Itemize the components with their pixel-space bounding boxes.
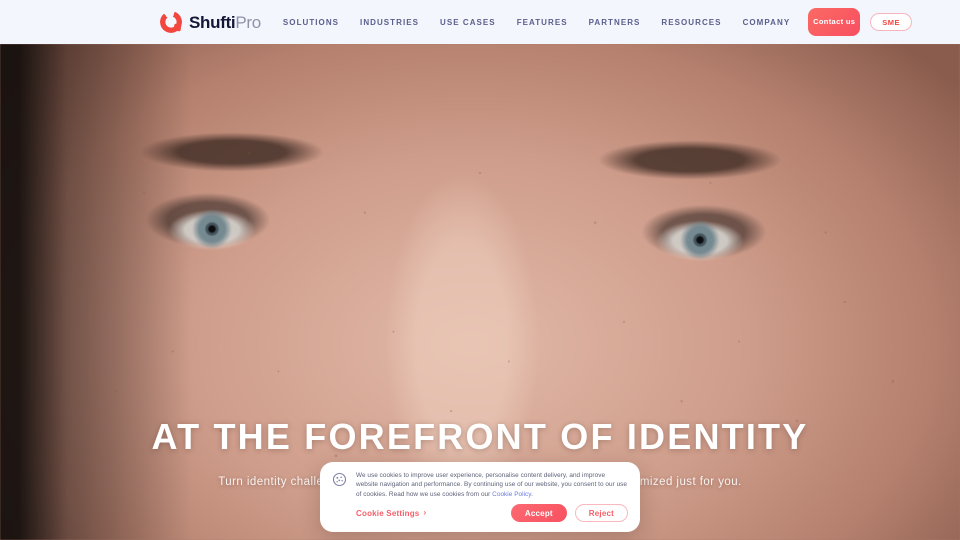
nav-item-company[interactable]: COMPANY (743, 18, 791, 27)
contact-us-button[interactable]: Contact us (808, 8, 861, 36)
cookie-text-part2: . (531, 490, 533, 498)
cookie-policy-link[interactable]: Cookie Policy (492, 491, 531, 498)
cookie-settings-label: Cookie Settings (356, 508, 420, 518)
cookie-banner-actions: Cookie Settings › Accept Reject (332, 504, 628, 522)
nav-item-features[interactable]: FEATURES (517, 18, 568, 27)
accept-cookies-button[interactable]: Accept (510, 504, 567, 522)
site-header: ShuftiPro SOLUTIONS INDUSTRIES USE CASES… (0, 0, 960, 44)
logo-name-bold: Shufti (189, 12, 236, 32)
logo[interactable]: ShuftiPro (160, 11, 261, 33)
reject-cookies-button[interactable]: Reject (574, 504, 628, 522)
cookie-buttons: Accept Reject (510, 504, 628, 522)
header-actions: Contact us SME (808, 8, 912, 36)
cookie-icon (332, 472, 347, 487)
nav-item-industries[interactable]: INDUSTRIES (360, 18, 419, 27)
main-navigation: SOLUTIONS INDUSTRIES USE CASES FEATURES … (283, 18, 790, 27)
nav-item-use-cases[interactable]: USE CASES (440, 18, 496, 27)
chevron-right-icon: › (423, 508, 427, 517)
shufti-ring-logo-icon (160, 11, 182, 33)
cookie-settings-link[interactable]: Cookie Settings › (356, 509, 426, 518)
sme-button[interactable]: SME (870, 13, 912, 31)
nav-item-solutions[interactable]: SOLUTIONS (283, 18, 339, 27)
cookie-banner-text: We use cookies to improve user experienc… (356, 471, 628, 499)
cookie-banner-body: We use cookies to improve user experienc… (332, 471, 628, 499)
nav-item-partners[interactable]: PARTNERS (589, 18, 641, 27)
page-root: ShuftiPro SOLUTIONS INDUSTRIES USE CASES… (0, 0, 960, 540)
page-title: AT THE FOREFRONT OF IDENTITY (151, 416, 809, 457)
logo-text: ShuftiPro (189, 14, 261, 31)
cookie-consent-banner: We use cookies to improve user experienc… (320, 462, 640, 532)
logo-name-light: Pro (235, 12, 261, 32)
nav-item-resources[interactable]: RESOURCES (661, 18, 721, 27)
